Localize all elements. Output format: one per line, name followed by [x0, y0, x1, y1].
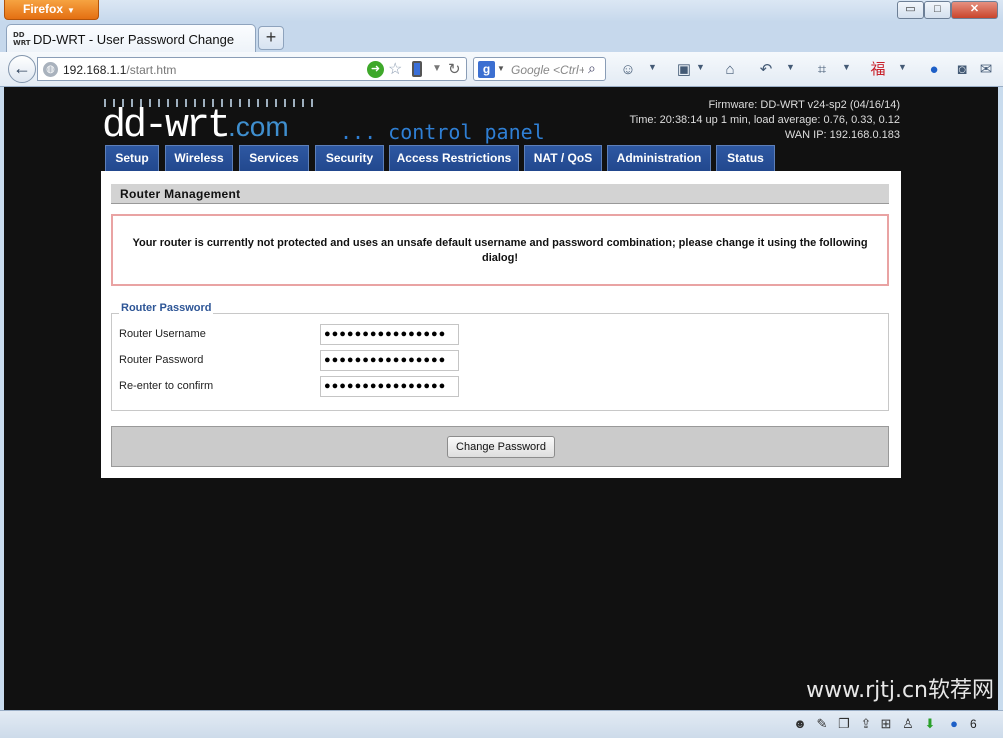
back-arrow-icon: ← — [13, 58, 31, 78]
mask-icon[interactable]: ☻ — [792, 716, 808, 732]
chat-icon[interactable]: ✉ — [976, 60, 996, 80]
password-label: Router Password — [119, 354, 204, 366]
uptime-info: Time: 20:38:14 up 1 min, load average: 0… — [629, 114, 901, 126]
search-icon[interactable]: ⌕ — [588, 60, 596, 77]
maximize-button[interactable]: □ — [924, 1, 951, 19]
control-panel-title: ... control panel — [340, 120, 545, 144]
confirm-password-label: Re-enter to confirm — [119, 380, 214, 392]
globe-icon: ◍ — [43, 62, 58, 77]
router-password-fieldset — [111, 313, 889, 411]
crop-icon[interactable]: ⌗ — [812, 60, 832, 80]
tab-security[interactable]: Security — [315, 145, 384, 171]
media-play-icon[interactable]: ● — [924, 60, 944, 80]
browser-tab[interactable]: DD WRT DD-WRT - User Password Change — [6, 24, 256, 52]
search-engine-icon[interactable]: g — [478, 61, 495, 78]
wan-ip: WAN IP: 192.168.0.183 — [784, 129, 900, 141]
confirm-password-field[interactable]: ●●●●●●●●●●●●●●●● — [320, 376, 459, 397]
new-tab-button[interactable]: + — [258, 26, 284, 50]
username-label: Router Username — [119, 328, 206, 340]
bookmark-star-icon[interactable]: ☆ — [388, 59, 402, 79]
chevron-down-icon[interactable]: ▼ — [497, 64, 505, 73]
firefox-menu-button[interactable]: Firefox ▼ — [4, 0, 99, 20]
download-box-icon[interactable]: ⊞ — [878, 716, 894, 732]
fortune-addon-icon[interactable]: 福 — [868, 60, 888, 80]
smiley-addon-icon[interactable]: ☺ — [618, 60, 638, 80]
tab-status[interactable]: Status — [716, 145, 775, 171]
ddwrt-favicon-icon: DD WRT — [13, 31, 31, 47]
web-page: dd-wrt.com ... control panel Firmware: D… — [4, 87, 998, 710]
tab-access-restrictions[interactable]: Access Restrictions — [389, 145, 519, 171]
back-button[interactable]: ← — [8, 55, 36, 83]
tab-wireless[interactable]: Wireless — [165, 145, 233, 171]
section-title: Router Management — [111, 184, 889, 204]
close-button[interactable]: ✕ — [951, 1, 998, 19]
watermark: www.rjtj.cn软荐网 — [806, 678, 994, 703]
mobile-device-icon[interactable] — [412, 61, 422, 77]
url-path: /start.htm — [126, 63, 177, 77]
navigation-toolbar: ← ◍ 192.168.1.1/start.htm ➜ ☆ ▼ ↻ g ▼ Go… — [0, 52, 1003, 87]
url-host: 192.168.1.1 — [63, 63, 127, 77]
security-warning: Your router is currently not protected a… — [111, 214, 889, 286]
screenshot-icon[interactable]: ◙ — [952, 60, 972, 80]
url-text[interactable]: 192.168.1.1/start.htm — [63, 63, 176, 77]
download-arrow-icon[interactable]: ⬇ — [922, 716, 938, 732]
ddwrt-logo: dd-wrt.com — [102, 105, 289, 149]
share-icon[interactable]: ⇪ — [858, 716, 874, 732]
status-count: 6 — [970, 717, 977, 731]
search-placeholder: Google <Ctrl+K> — [511, 63, 584, 77]
window-titlebar: Firefox ▼ ▭ □ ✕ — [0, 0, 1003, 22]
password-field[interactable]: ●●●●●●●●●●●●●●●● — [320, 350, 459, 371]
submit-bar: Change Password — [111, 426, 889, 467]
tab-administration[interactable]: Administration — [607, 145, 711, 171]
chevron-down-icon[interactable]: ▼ — [786, 62, 795, 72]
tab-strip: DD WRT DD-WRT - User Password Change + — [0, 22, 1003, 52]
chevron-down-icon: ▼ — [67, 6, 75, 15]
bookmarks-icon[interactable]: ▣ — [674, 60, 694, 80]
firefox-menu-label: Firefox — [23, 2, 64, 16]
search-bar[interactable]: g ▼ Google <Ctrl+K> ⌕ — [473, 57, 606, 81]
chevron-down-icon[interactable]: ▼ — [898, 62, 907, 72]
chevron-down-icon[interactable]: ▼ — [842, 62, 851, 72]
user-icon[interactable]: ♙ — [900, 716, 916, 732]
address-bar[interactable]: ◍ 192.168.1.1/start.htm ➜ ☆ ▼ ↻ — [37, 57, 467, 81]
fieldset-legend: Router Password — [119, 302, 214, 314]
undo-icon[interactable]: ↶ — [756, 60, 776, 80]
username-field[interactable]: ●●●●●●●●●●●●●●●● — [320, 324, 459, 345]
tab-setup[interactable]: Setup — [105, 145, 159, 171]
tab-nat-qos[interactable]: NAT / QoS — [524, 145, 602, 171]
go-arrow-icon[interactable]: ➜ — [367, 61, 384, 78]
chevron-down-icon[interactable]: ▼ — [696, 62, 705, 72]
reload-icon[interactable]: ↻ — [448, 60, 461, 78]
windows-icon[interactable]: ❐ — [836, 716, 852, 732]
firmware-version: Firmware: DD-WRT v24-sp2 (04/16/14) — [708, 99, 900, 111]
logo-text: dd-wrt — [102, 104, 231, 149]
tab-title: DD-WRT - User Password Change — [33, 32, 235, 47]
logo-suffix: .com — [228, 111, 289, 142]
home-icon[interactable]: ⌂ — [720, 60, 740, 80]
change-password-button[interactable]: Change Password — [447, 436, 555, 458]
firmware-info: Firmware: DD-WRT v24-sp2 (04/16/14) Time… — [630, 98, 901, 143]
status-bar: ☻ ✎ ❐ ⇪ ⊞ ♙ ⬇ ● 6 — [0, 710, 1003, 738]
main-content: Router Management Your router is current… — [101, 171, 901, 478]
tab-services[interactable]: Services — [239, 145, 309, 171]
minimize-button[interactable]: ▭ — [897, 1, 924, 19]
chevron-down-icon[interactable]: ▼ — [648, 62, 657, 72]
media-icon[interactable]: ● — [946, 716, 962, 732]
history-dropdown-icon[interactable]: ▼ — [432, 63, 442, 74]
brush-icon[interactable]: ✎ — [814, 716, 830, 732]
